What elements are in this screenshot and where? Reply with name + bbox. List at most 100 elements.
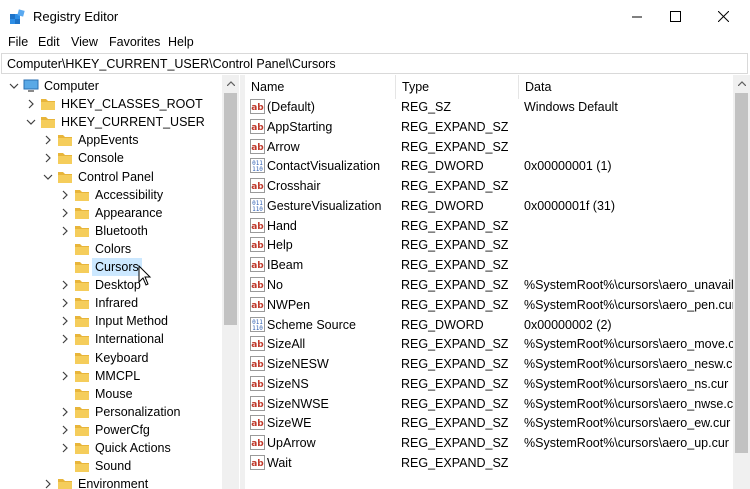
value-row[interactable]: ab Crosshair REG_EXPAND_SZ: [245, 176, 733, 196]
close-icon: [717, 11, 729, 22]
menu-edit[interactable]: Edit: [38, 35, 60, 49]
menu-file[interactable]: File: [8, 35, 28, 49]
value-row[interactable]: ab No REG_EXPAND_SZ %SystemRoot%\cursors\ae…: [245, 275, 733, 295]
list-scrollbar[interactable]: [733, 75, 750, 489]
tree-node-international[interactable]: International: [0, 330, 222, 348]
chevron-right-icon[interactable]: [60, 190, 70, 200]
tree-node-console[interactable]: Console: [0, 149, 222, 167]
menu-view[interactable]: View: [71, 35, 98, 49]
chevron-right-icon[interactable]: [60, 226, 70, 236]
close-button[interactable]: [700, 0, 746, 33]
folder-icon: [75, 352, 89, 364]
tree-node-control-panel[interactable]: Control Panel: [0, 168, 222, 186]
tree-node-mouse[interactable]: Mouse: [0, 385, 222, 403]
chevron-right-icon[interactable]: [60, 208, 70, 218]
chevron-right-icon[interactable]: [60, 443, 70, 453]
value-data: 0x00000001 (1): [524, 159, 612, 174]
tree-node-appearance[interactable]: Appearance: [0, 204, 222, 222]
svg-text:ab: ab: [251, 439, 264, 449]
column-header-name[interactable]: Name: [245, 75, 396, 99]
value-row[interactable]: ab NWPen REG_EXPAND_SZ %SystemRoot%\cursors…: [245, 295, 733, 315]
menu-favorites[interactable]: Favorites: [109, 35, 160, 49]
value-row[interactable]: ab Help REG_EXPAND_SZ: [245, 235, 733, 255]
value-row[interactable]: ab SizeAll REG_EXPAND_SZ %SystemRoot%\curso…: [245, 334, 733, 354]
column-header-type[interactable]: Type: [396, 75, 519, 99]
chevron-right-icon[interactable]: [43, 153, 53, 163]
tree-node-colors[interactable]: Colors: [0, 240, 222, 258]
tree-node-hkey-current-user[interactable]: HKEY_CURRENT_USER: [0, 113, 222, 131]
chevron-down-icon[interactable]: [26, 117, 36, 127]
tree-scroll-thumb[interactable]: [224, 93, 237, 325]
tree-node-sound[interactable]: Sound: [0, 457, 222, 475]
string-value-icon: ab: [250, 178, 265, 194]
chevron-down-icon[interactable]: [43, 172, 53, 182]
value-row[interactable]: ab IBeam REG_EXPAND_SZ: [245, 255, 733, 275]
chevron-right-icon[interactable]: [60, 425, 70, 435]
value-name: GestureVisualization: [267, 198, 382, 213]
value-data: [524, 235, 733, 255]
title-bar[interactable]: Registry Editor: [0, 0, 750, 33]
value-row[interactable]: ab SizeNS REG_EXPAND_SZ %SystemRoot%\cursor…: [245, 374, 733, 394]
tree-node-appevents[interactable]: AppEvents: [0, 131, 222, 149]
tree-node-personalization[interactable]: Personalization: [0, 403, 222, 421]
tree-node-mmcpl[interactable]: MMCPL: [0, 367, 222, 385]
chevron-right-icon[interactable]: [60, 298, 70, 308]
tree-node-desktop[interactable]: Desktop: [0, 276, 222, 294]
value-row[interactable]: 011 110 GestureVisualization REG_DWORD 0x000…: [245, 196, 733, 216]
tree-node-cursors[interactable]: Cursors: [0, 258, 222, 276]
value-row[interactable]: ab AppStarting REG_EXPAND_SZ: [245, 117, 733, 137]
value-data: %SystemRoot%\cursors\aero_move.cur: [524, 337, 733, 352]
chevron-right-icon[interactable]: [43, 479, 53, 489]
value-row[interactable]: 011 110 ContactVisualization REG_DWORD 0x000…: [245, 156, 733, 176]
chevron-right-icon[interactable]: [60, 316, 70, 326]
tree-node-bluetooth[interactable]: Bluetooth: [0, 222, 222, 240]
key-tree[interactable]: Computer HKEY_CLASSES_ROOT HKEY_CURRENT_US…: [0, 75, 238, 489]
value-row[interactable]: ab SizeNESW REG_EXPAND_SZ %SystemRoot%\curs…: [245, 354, 733, 374]
folder-icon: [58, 171, 72, 183]
chevron-right-icon[interactable]: [60, 407, 70, 417]
tree-node-environment[interactable]: Environment: [0, 475, 222, 489]
chevron-right-icon[interactable]: [43, 135, 53, 145]
value-row[interactable]: ab Arrow REG_EXPAND_SZ: [245, 137, 733, 157]
address-path[interactable]: Computer\HKEY_CURRENT_USER\Control Panel…: [7, 57, 336, 71]
tree-node-input-method[interactable]: Input Method: [0, 312, 222, 330]
value-row[interactable]: ab SizeNWSE REG_EXPAND_SZ %SystemRoot%\curs…: [245, 394, 733, 414]
tree-node-hkey-classes-root[interactable]: HKEY_CLASSES_ROOT: [0, 95, 222, 113]
folder-icon: [58, 153, 72, 165]
value-name: Crosshair: [267, 179, 321, 194]
tree-node-powercfg[interactable]: PowerCfg: [0, 421, 222, 439]
scroll-up-arrow[interactable]: [222, 75, 239, 92]
address-bar[interactable]: Computer\HKEY_CURRENT_USER\Control Panel…: [1, 53, 748, 74]
value-row[interactable]: 011 110 Scheme Source REG_DWORD 0x00000002 (…: [245, 315, 733, 335]
values-list[interactable]: Name Type Data ab (Default) REG_SZ Windows …: [245, 75, 733, 489]
chevron-right-icon[interactable]: [60, 280, 70, 290]
folder-icon: [75, 189, 89, 201]
chevron-down-icon[interactable]: [9, 81, 19, 91]
value-row[interactable]: ab (Default) REG_SZ Windows Default: [245, 97, 733, 117]
column-header-data[interactable]: Data: [519, 75, 733, 99]
tree-node-accessibility[interactable]: Accessibility: [0, 186, 222, 204]
value-row[interactable]: ab Wait REG_EXPAND_SZ: [245, 453, 733, 473]
value-type: REG_EXPAND_SZ: [401, 179, 509, 194]
value-name: SizeNESW: [267, 357, 329, 372]
tree-node-infrared[interactable]: Infrared: [0, 294, 222, 312]
binary-value-icon: 011110: [250, 197, 265, 213]
value-type: REG_DWORD: [401, 198, 484, 213]
tree-node-quick-actions[interactable]: Quick Actions: [0, 439, 222, 457]
chevron-right-icon[interactable]: [60, 371, 70, 381]
chevron-right-icon[interactable]: [26, 99, 36, 109]
tree-node-keyboard[interactable]: Keyboard: [0, 349, 222, 367]
tree-scrollbar[interactable]: [222, 75, 239, 489]
maximize-button[interactable]: [652, 0, 698, 33]
value-row[interactable]: ab SizeWE REG_EXPAND_SZ %SystemRoot%\cursor…: [245, 413, 733, 433]
menu-help[interactable]: Help: [168, 35, 194, 49]
tree-node-computer[interactable]: Computer: [0, 77, 222, 95]
value-row[interactable]: ab Hand REG_EXPAND_SZ: [245, 216, 733, 236]
svg-text:110: 110: [252, 325, 263, 332]
folder-icon: [75, 443, 89, 454]
list-scroll-thumb[interactable]: [735, 93, 748, 453]
scroll-up-arrow[interactable]: [733, 75, 750, 92]
value-row[interactable]: ab UpArrow REG_EXPAND_SZ %SystemRoot%\curso…: [245, 433, 733, 453]
minimize-icon: [632, 16, 642, 17]
chevron-right-icon[interactable]: [60, 334, 70, 344]
